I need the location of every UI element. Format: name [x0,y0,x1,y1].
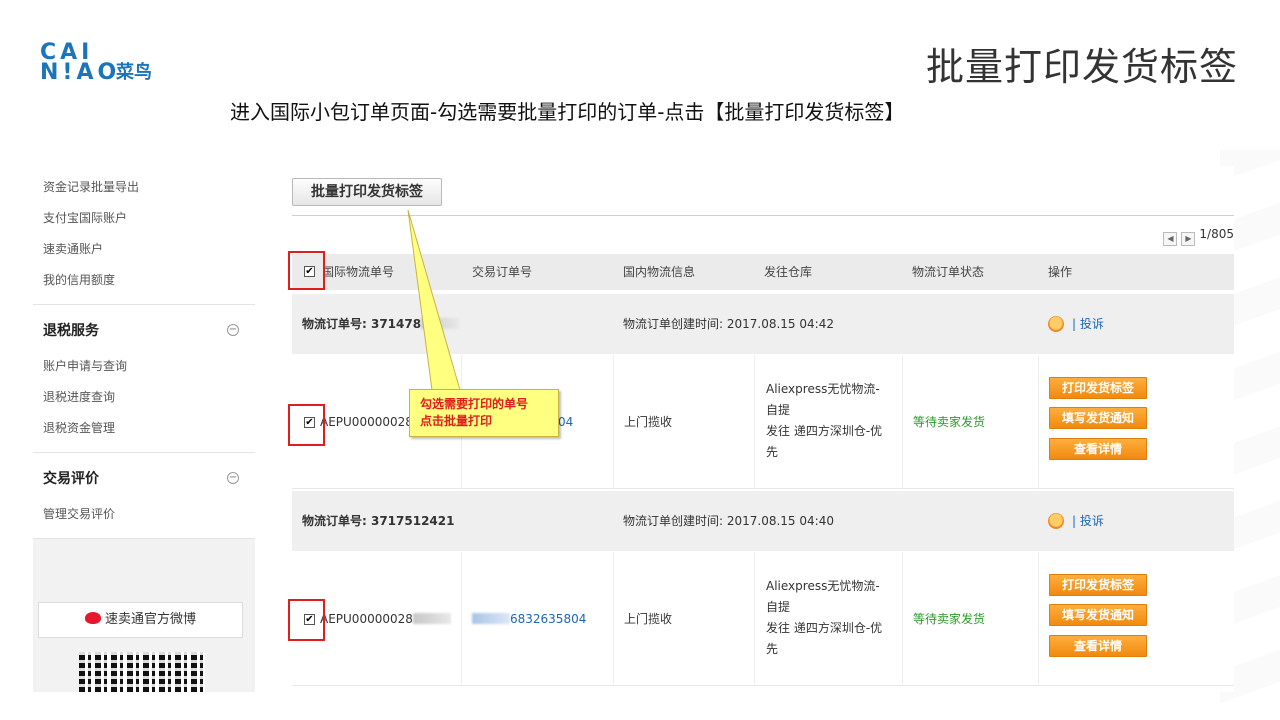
column-header-order: 交易订单号 [472,265,533,279]
tracking-number-text: AEPU00000028 [320,612,413,626]
callout-line: 点击批量打印 [420,414,493,428]
annotation-highlight-row-checkbox [288,599,325,641]
sidebar-item-refund-progress[interactable]: 退税进度查询 [33,382,255,413]
collapse-icon[interactable]: − [227,472,239,484]
view-details-button[interactable]: 查看详情 [1049,438,1147,460]
sidebar-section-title: 交易评价 [43,471,99,487]
sidebar-item-credit-limit[interactable]: 我的信用额度 [33,265,255,296]
print-label-button[interactable]: 打印发货标签 [1049,574,1147,596]
cell-order: 6832635804 [462,552,614,686]
sidebar-review-block: 交易评价 − 管理交易评价 [33,453,255,539]
annotation-highlight-row-checkbox [288,404,325,446]
tracking-number: AEPU00000028 [320,552,451,686]
column-header-tracking: 国际物流单号 [322,265,395,279]
prev-page-icon[interactable]: ◀ [1163,232,1178,246]
trade-order-link[interactable]: 6832635804 [472,552,586,686]
sidebar-item-refund-funds[interactable]: 退税资金管理 [33,413,255,444]
cell-domestic: 上门揽收 [614,355,755,489]
callout-line: 勾选需要打印的单号 [420,397,529,411]
smile-icon[interactable] [1048,316,1064,332]
order-status: 等待卖家发货 [913,415,986,429]
view-details-button[interactable]: 查看详情 [1049,635,1147,657]
cell-domestic: 上门揽收 [614,552,755,686]
warehouse-line: 自提 [766,403,791,417]
group-actions: | 投诉 [1048,294,1104,354]
sidebar-item-aliexpress-account[interactable]: 速卖通账户 [33,234,255,265]
warehouse-line: Aliexpress无忧物流- [766,382,880,396]
column-header-warehouse: 发往仓库 [764,265,813,279]
sidebar-account-block: 资金记录批量导出 支付宝国际账户 速卖通账户 我的信用额度 [33,166,255,305]
logo-text-bottom: N!AO [40,60,121,85]
callout-pointer-shape [407,209,461,391]
slide-title: 批量打印发货标签 [925,45,1238,89]
qr-code-texture [79,652,205,692]
domestic-logistics: 上门揽收 [624,612,673,626]
warehouse-line: 先 [766,445,779,459]
warehouse-info: Aliexpress无忧物流- 自提 发往 递四方深圳仓-优 先 [766,379,896,463]
warehouse-line: 发往 递四方深圳仓-优 [766,424,883,438]
table-row: ✔ AEPU00000028 6832635804 上门揽收 Aliexpres… [292,552,1234,686]
redacted-mask [412,613,451,624]
fill-shipping-notice-button[interactable]: 填写发货通知 [1049,604,1147,626]
pagination: ◀ ▶ 1/805 [1163,226,1234,246]
sidebar-item-fund-export[interactable]: 资金记录批量导出 [33,172,255,203]
trade-order-link[interactable]: 04 [558,355,573,489]
complaint-link[interactable]: | 投诉 [1072,514,1104,528]
sidebar-section-tax-refund[interactable]: 退税服务 − [33,311,255,351]
sidebar-tax-refund-block: 退税服务 − 账户申请与查询 退税进度查询 退税资金管理 [33,305,255,453]
warehouse-line: Aliexpress无忧物流- [766,579,880,593]
complaint-link[interactable]: | 投诉 [1072,317,1104,331]
next-page-icon[interactable]: ▶ [1181,232,1196,246]
warehouse-line: 自提 [766,600,791,614]
annotation-callout: 勾选需要打印的单号 点击批量打印 [409,389,559,437]
warehouse-info: Aliexpress无忧物流- 自提 发往 递四方深圳仓-优 先 [766,576,896,660]
smile-icon[interactable] [1048,513,1064,529]
print-label-button[interactable]: 打印发货标签 [1049,377,1147,399]
sidebar-item-manage-reviews[interactable]: 管理交易评价 [33,499,255,530]
domestic-logistics: 上门揽收 [624,415,673,429]
cainiao-logo: CAI N!AO 菜鸟 [40,42,170,88]
redacted-mask [472,613,510,624]
weibo-link[interactable]: 速卖通官方微博 [38,602,243,638]
page-indicator: 1/805 [1199,227,1234,241]
created-time: 物流订单创建时间: 2017.08.15 04:42 [623,317,834,331]
column-header-domestic: 国内物流信息 [623,265,696,279]
group-actions: | 投诉 [1048,491,1104,551]
sidebar-section-reviews[interactable]: 交易评价 − [33,459,255,499]
sidebar-item-alipay-intl[interactable]: 支付宝国际账户 [33,203,255,234]
tracking-number-text: AEPU00000028 [320,415,413,429]
sidebar-item-account-apply[interactable]: 账户申请与查询 [33,351,255,382]
fill-shipping-notice-button[interactable]: 填写发货通知 [1049,407,1147,429]
trade-order-text: 6832635804 [510,612,587,626]
annotation-highlight-select-all [288,251,325,290]
order-group-header: 物流订单号: 3717512421 物流订单创建时间: 2017.08.15 0… [292,491,1234,551]
created-time: 物流订单创建时间: 2017.08.15 04:40 [623,514,834,528]
collapse-icon[interactable]: − [227,324,239,336]
warehouse-line: 先 [766,642,779,656]
callout-pointer [407,209,461,391]
logistics-order-number: 物流订单号: 3717512421 [302,514,455,528]
weibo-label: 速卖通官方微博 [104,612,196,627]
sidebar-section-title: 退税服务 [43,323,99,339]
column-header-actions: 操作 [1048,265,1073,279]
order-status: 等待卖家发货 [913,612,986,626]
column-header-status: 物流订单状态 [912,265,985,279]
logo-text-cn: 菜鸟 [116,62,152,83]
sidebar: 资金记录批量导出 支付宝国际账户 速卖通账户 我的信用额度 退税服务 − 账户申… [33,166,255,692]
weibo-icon [84,612,101,624]
batch-print-labels-button[interactable]: 批量打印发货标签 [292,178,442,206]
slide-subtitle: 进入国际小包订单页面-勾选需要批量打印的订单-点击【批量打印发货标签】 [230,100,905,124]
warehouse-line: 发往 递四方深圳仓-优 [766,621,883,635]
